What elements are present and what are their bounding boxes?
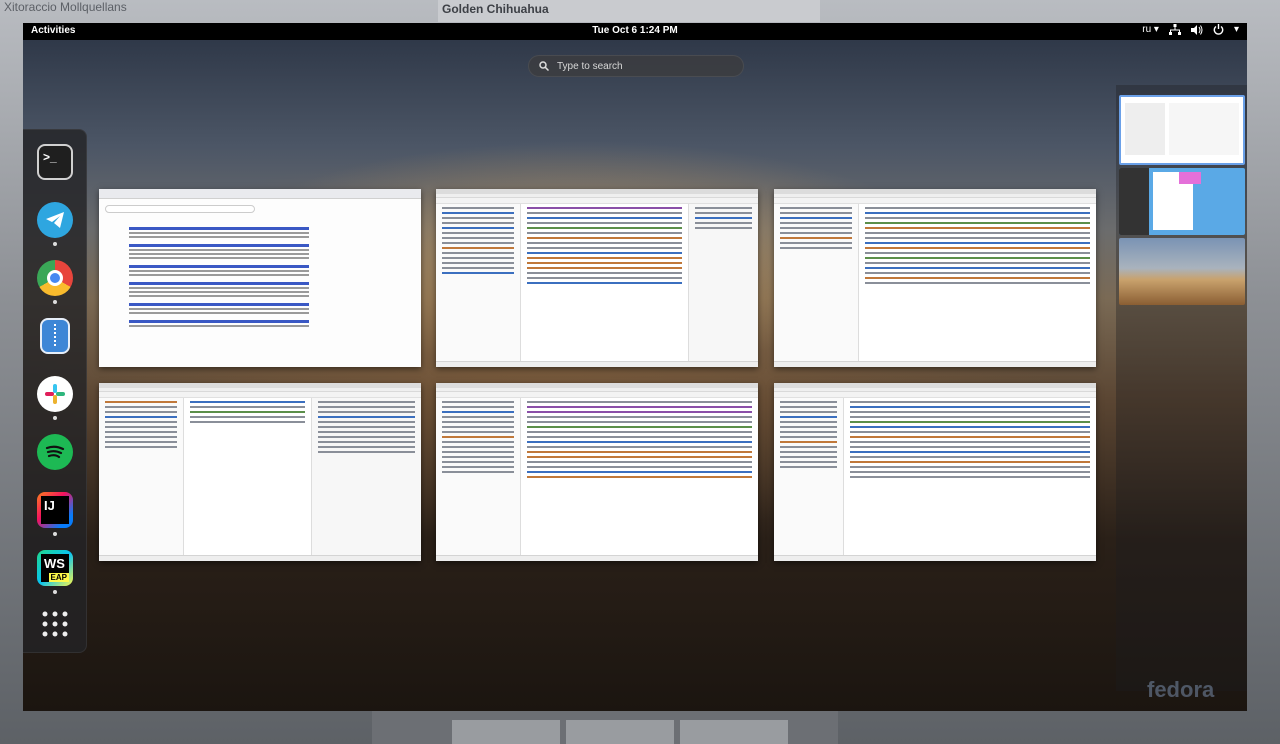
clock[interactable]: Tue Oct 6 1:24 PM <box>23 25 1247 36</box>
workspace-1[interactable] <box>1119 95 1245 165</box>
running-indicator <box>53 300 57 304</box>
workspace-3[interactable] <box>1119 238 1245 305</box>
code-editor <box>521 398 758 555</box>
running-indicator <box>53 416 57 420</box>
running-indicator <box>53 242 57 246</box>
grid-icon <box>42 611 68 637</box>
running-indicator <box>53 532 57 536</box>
intellij-icon[interactable]: IJ <box>37 492 73 528</box>
slack-icon[interactable] <box>37 376 73 412</box>
telegram-icon[interactable] <box>37 202 73 238</box>
project-tree <box>774 398 844 555</box>
running-indicator <box>53 590 57 594</box>
window-thumbnail-ide-1[interactable] <box>436 189 758 367</box>
fedora-watermark: fedora <box>1147 677 1215 702</box>
window-thumbnail-ide-4[interactable] <box>436 383 758 561</box>
terminal-label: >_ <box>43 150 57 164</box>
system-tray: ru ▾ ▾ <box>1142 24 1239 35</box>
project-tree <box>436 204 521 361</box>
chrome-center <box>47 270 63 286</box>
project-tree <box>436 398 521 555</box>
webstorm-tile: WS EAP <box>41 554 69 582</box>
show-applications-button[interactable] <box>37 606 73 642</box>
webstorm-icon[interactable]: WS EAP <box>37 550 73 586</box>
terminal-icon[interactable]: >_ <box>37 144 73 180</box>
search-entry[interactable]: Type to search <box>528 55 744 77</box>
paper-plane-icon <box>46 212 64 228</box>
search-icon <box>539 61 549 71</box>
zipper-icon <box>54 324 56 348</box>
intellij-label: IJ <box>41 496 69 524</box>
side-panel <box>311 398 421 555</box>
workspace-2[interactable] <box>1119 168 1245 235</box>
code-editor <box>184 398 311 555</box>
browser-tab-bar <box>99 189 421 199</box>
eap-badge: EAP <box>48 573 69 582</box>
volume-icon[interactable] <box>1190 24 1203 35</box>
background-window-title-center: Golden Chihuahua <box>438 0 820 22</box>
dash: >_ IJ WS EAP <box>23 129 87 653</box>
workspace-1-window <box>1169 103 1239 155</box>
project-tree <box>774 204 859 361</box>
webstorm-label: WS <box>44 556 65 571</box>
spotify-waves <box>45 445 65 459</box>
slack-logo <box>45 384 65 404</box>
workspace-2-window <box>1179 172 1201 184</box>
workspace-2-window <box>1119 168 1149 235</box>
code-editor <box>521 204 688 361</box>
power-icon[interactable] <box>1213 24 1224 35</box>
search-placeholder: Type to search <box>557 60 623 72</box>
window-thumbnail-ide-5[interactable] <box>774 383 1096 561</box>
side-panel <box>688 204 758 361</box>
system-menu-arrow[interactable]: ▾ <box>1234 24 1239 35</box>
search-results <box>129 221 309 329</box>
background-thumb <box>452 720 560 744</box>
files-icon[interactable] <box>40 318 70 354</box>
window-thumbnail-ide-3[interactable] <box>99 383 421 561</box>
gnome-overview-screen: Activities Tue Oct 6 1:24 PM ru ▾ ▾ Type… <box>23 23 1247 711</box>
code-editor <box>859 204 1096 361</box>
spotify-icon[interactable] <box>37 434 73 470</box>
window-thumbnail-ide-2[interactable] <box>774 189 1096 367</box>
chrome-icon[interactable] <box>37 260 73 296</box>
top-bar: Activities Tue Oct 6 1:24 PM ru ▾ ▾ <box>23 23 1247 40</box>
background-window-bottom <box>372 710 838 744</box>
network-icon[interactable] <box>1168 24 1181 35</box>
keyboard-layout-indicator[interactable]: ru ▾ <box>1142 24 1159 35</box>
background-thumb <box>566 720 674 744</box>
window-thumbnail-chrome[interactable] <box>99 189 421 367</box>
google-search-box <box>105 205 255 213</box>
workspace-1-window <box>1125 103 1165 155</box>
code-editor <box>844 398 1096 555</box>
background-thumb <box>680 720 788 744</box>
project-tree <box>99 398 184 555</box>
